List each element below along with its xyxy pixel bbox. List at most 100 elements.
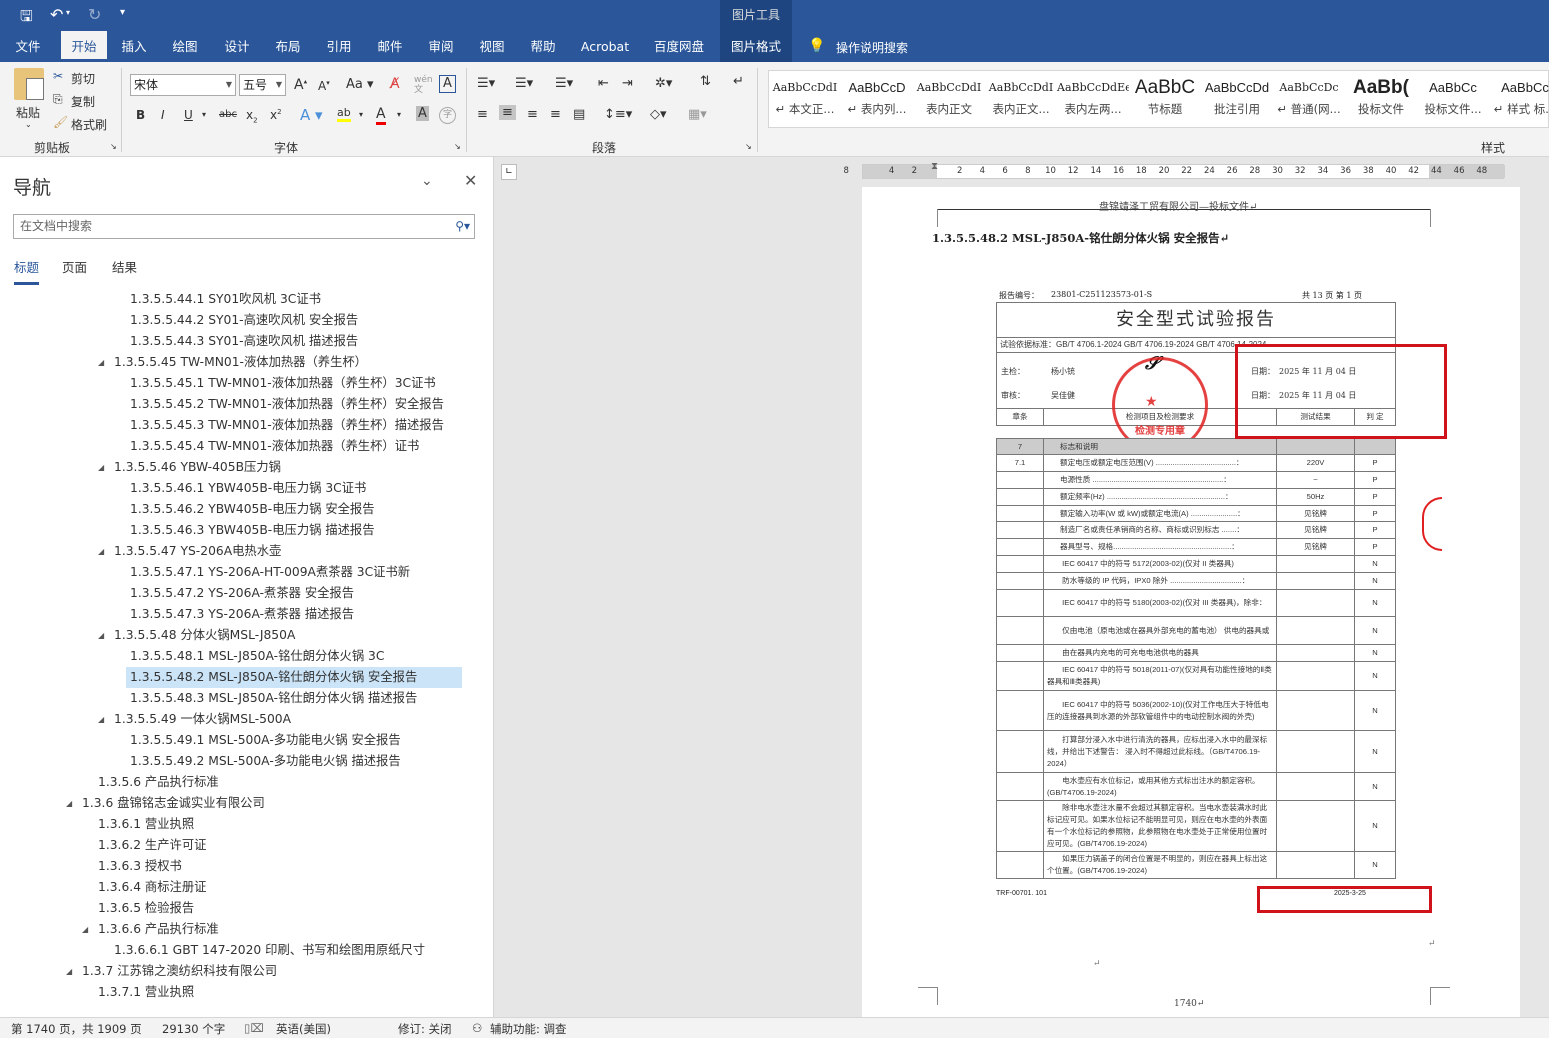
nav-heading-item[interactable]: 1.3.6.4 商标注册证 [98, 877, 206, 898]
page-count-status[interactable]: 第 1740 页，共 1909 页 [11, 1021, 142, 1037]
nav-heading-item[interactable]: 1.3.5.5.44.2 SY01-高速吹风机 安全报告 [130, 310, 358, 331]
nav-heading-item[interactable]: 1.3.5.5.47.3 YS-206A-煮茶器 描述报告 [130, 604, 354, 625]
chevron-down-icon[interactable]: ⌄ [421, 173, 433, 189]
expand-triangle-icon[interactable]: ◢ [82, 925, 88, 934]
tab-selector[interactable]: ∟ [501, 164, 517, 180]
tab-insert[interactable]: 插入 [114, 31, 154, 62]
tab-mailings[interactable]: 邮件 [370, 31, 410, 62]
nav-heading-item[interactable]: 1.3.5.5.48.2 MSL-J850A-铭仕朗分体火锅 安全报告 [126, 667, 462, 688]
line-spacing-icon[interactable]: ↕≡▾ [604, 107, 632, 122]
language-status[interactable]: 英语(美国) [276, 1021, 331, 1037]
strikethrough-button[interactable]: abc [219, 109, 237, 120]
search-icon[interactable]: ⚲▾ [455, 215, 470, 238]
clipboard-launcher-icon[interactable]: ↘ [110, 142, 117, 151]
distributed-icon[interactable]: ▤ [573, 107, 585, 122]
format-painter-button[interactable]: 格式刷 [71, 116, 107, 133]
paste-dropdown-icon[interactable]: ⌄ [25, 120, 32, 129]
nav-heading-item[interactable]: 1.3.5.5.46 YBW-405B压力锅 [114, 457, 281, 478]
nav-heading-item[interactable]: 1.3.5.5.44.1 SY01吹风机 3C证书 [130, 289, 321, 310]
tab-design[interactable]: 设计 [217, 31, 257, 62]
enclose-characters-icon[interactable]: 字 [439, 107, 456, 124]
copy-button[interactable]: 复制 [71, 93, 95, 110]
style-item[interactable]: AaBbCcDc ↵ 普通(网... [1273, 71, 1345, 117]
document-heading[interactable]: 1.3.5.5.48.2 MSL-J850A-铭仕朗分体火锅 安全报告↵ [932, 230, 1229, 246]
tab-references[interactable]: 引用 [319, 31, 359, 62]
font-color-icon[interactable]: A [376, 106, 386, 125]
undo-icon[interactable]: ↶ [50, 5, 63, 24]
nav-heading-item[interactable]: 1.3.5.5.48.1 MSL-J850A-铭仕朗分体火锅 3C [130, 646, 384, 667]
tab-acrobat[interactable]: Acrobat [575, 31, 635, 62]
expand-triangle-icon[interactable]: ◢ [98, 715, 104, 724]
nav-heading-item[interactable]: 1.3.5.5.47.1 YS-206A-HT-009A煮茶器 3C证书新 [130, 562, 410, 583]
indent-marker-icon[interactable]: ⧗ [931, 161, 938, 172]
nav-heading-item[interactable]: 1.3.5.6 产品执行标准 [98, 772, 219, 793]
bold-button[interactable]: B [136, 108, 145, 122]
underline-button[interactable]: U [184, 108, 193, 122]
decrease-indent-icon[interactable]: ⇤ [598, 76, 609, 91]
cut-button[interactable]: 剪切 [71, 70, 95, 87]
vertical-scrollbar[interactable] [1530, 187, 1549, 1017]
nav-heading-item[interactable]: 1.3.5.5.45.1 TW-MN01-液体加热器（养生杯）3C证书 [130, 373, 436, 394]
style-item[interactable]: AaBbCcDdEe 表内左两... [1057, 71, 1129, 117]
nav-heading-item[interactable]: 1.3.5.5.49.2 MSL-500A-多功能电火锅 描述报告 [130, 751, 401, 772]
highlight-color-icon[interactable]: ab [337, 106, 351, 122]
nav-search-input[interactable]: 在文档中搜索 ⚲▾ [13, 214, 475, 239]
tab-picture-format[interactable]: 图片格式 [720, 31, 792, 62]
text-effects-icon[interactable]: A ▾ [300, 106, 323, 124]
horizontal-ruler[interactable]: ⧗ 8 4 2 2 4 6 8 10 12 14 16 18 20 22 24 26 28 30 32 34 36 38 4… [843, 161, 1505, 179]
close-icon[interactable]: ✕ [464, 171, 477, 190]
nav-heading-item[interactable]: 1.3.5.5.48.3 MSL-J850A-铭仕朗分体火锅 描述报告 [130, 688, 417, 709]
shrink-font-icon[interactable]: A▾ [318, 79, 330, 93]
justify-icon[interactable]: ≡ [550, 107, 561, 122]
tab-help[interactable]: 帮助 [523, 31, 563, 62]
expand-triangle-icon[interactable]: ◢ [98, 547, 104, 556]
tab-layout[interactable]: 布局 [268, 31, 308, 62]
proofing-icon[interactable]: ▯⌧ [244, 1021, 264, 1035]
italic-button[interactable]: I [161, 108, 165, 122]
change-case-icon[interactable]: Aa ▾ [346, 77, 374, 92]
style-item[interactable]: AaBbC 节标题 [1129, 71, 1201, 117]
expand-triangle-icon[interactable]: ◢ [66, 799, 72, 808]
accessibility-status[interactable]: 辅助功能: 调查 [490, 1021, 567, 1037]
expand-triangle-icon[interactable]: ◢ [98, 631, 104, 640]
font-launcher-icon[interactable]: ↘ [454, 142, 461, 151]
style-item[interactable]: AaBbCcDdI ↵ 本文正... [769, 71, 841, 117]
clear-formatting-icon[interactable]: A̸ [390, 76, 400, 92]
style-item[interactable]: AaBbCc ↵ 样式 标... [1489, 71, 1549, 117]
nav-heading-item[interactable]: 1.3.5.5.46.2 YBW405B-电压力锅 安全报告 [130, 499, 375, 520]
nav-heading-item[interactable]: 1.3.6.3 授权书 [98, 856, 182, 877]
nav-heading-item[interactable]: 1.3.5.5.47 YS-206A电热水壶 [114, 541, 281, 562]
expand-triangle-icon[interactable]: ◢ [98, 358, 104, 367]
tab-home[interactable]: 开始 [61, 31, 107, 62]
shading-icon[interactable]: ◇▾ [650, 107, 667, 122]
nav-heading-item[interactable]: 1.3.5.5.49 一体火锅MSL-500A [114, 709, 291, 730]
tab-review[interactable]: 审阅 [421, 31, 461, 62]
superscript-button[interactable]: x2 [270, 108, 282, 122]
nav-heading-item[interactable]: 1.3.5.5.48 分体火锅MSL-J850A [114, 625, 295, 646]
style-item[interactable]: AaBb(投标文件 [1345, 71, 1417, 117]
word-count-status[interactable]: 29130 个字 [162, 1021, 225, 1037]
nav-heading-item[interactable]: 1.3.6.2 生产许可证 [98, 835, 206, 856]
nav-heading-item[interactable]: 1.3.6.1 营业执照 [98, 814, 194, 835]
multilevel-list-icon[interactable]: ☰▾ [555, 76, 573, 91]
nav-heading-item[interactable]: 1.3.5.5.45.3 TW-MN01-液体加热器（养生杯）描述报告 [130, 415, 444, 436]
undo-dropdown-icon[interactable]: ▾ [66, 8, 70, 17]
chinese-layout-icon[interactable]: ✲▾ [655, 76, 672, 91]
character-border-icon[interactable]: A [439, 75, 456, 93]
nav-heading-item[interactable]: 1.3.5.5.49.1 MSL-500A-多功能电火锅 安全报告 [130, 730, 401, 751]
sort-icon[interactable]: ⇅ [700, 74, 711, 89]
style-item[interactable]: AaBbCcDdI 表内正文... [985, 71, 1057, 117]
underline-dropdown-icon[interactable]: ▾ [202, 110, 206, 119]
redo-icon[interactable]: ↻ [88, 5, 101, 24]
customize-qat-icon[interactable]: ▾ [120, 7, 125, 18]
nav-heading-item[interactable]: 1.3.6.6.1 GBT 147-2020 印刷、书写和绘图用原纸尺寸 [114, 940, 425, 961]
nav-heading-item[interactable]: 1.3.5.5.45 TW-MN01-液体加热器（养生杯） [114, 352, 367, 373]
nav-tab-pages[interactable]: 页面 [62, 257, 87, 276]
numbering-icon[interactable]: ☰▾ [515, 76, 533, 91]
character-shading-icon[interactable]: A [416, 106, 429, 121]
style-item[interactable]: AaBbCc 投标文件... [1417, 71, 1489, 117]
expand-triangle-icon[interactable]: ◢ [66, 967, 72, 976]
expand-triangle-icon[interactable]: ◢ [98, 463, 104, 472]
grow-font-icon[interactable]: A▴ [294, 77, 307, 93]
font-size-combo[interactable]: 五号 ▼ [239, 74, 286, 96]
